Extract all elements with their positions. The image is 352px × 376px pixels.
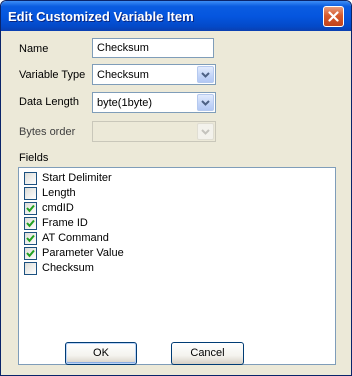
checkmark-icon	[26, 249, 35, 258]
field-item[interactable]: Parameter Value	[22, 246, 332, 261]
data-length-dropdown-button[interactable]	[197, 94, 214, 111]
variable-type-dropdown-button[interactable]	[197, 66, 214, 83]
field-item-label: Start Delimiter	[42, 172, 112, 184]
variable-type-value: Checksum	[97, 69, 149, 81]
field-checkbox[interactable]	[24, 247, 37, 260]
checkmark-icon	[26, 204, 35, 213]
name-input[interactable]	[92, 38, 214, 58]
field-item-label: Checksum	[42, 262, 94, 274]
variable-type-label: Variable Type	[19, 69, 86, 81]
field-item-label: cmdID	[42, 202, 74, 214]
close-button[interactable]	[323, 6, 344, 27]
bytes-order-label: Bytes order	[19, 126, 76, 138]
data-length-label: Data Length	[19, 96, 79, 108]
field-item-label: Length	[42, 187, 76, 199]
field-checkbox[interactable]	[24, 202, 37, 215]
field-item[interactable]: Length	[22, 186, 332, 201]
field-item[interactable]: Start Delimiter	[22, 171, 332, 186]
checkmark-icon	[26, 219, 35, 228]
dialog-body: Name Variable Type Checksum Data Length …	[4, 31, 348, 371]
title-bar[interactable]: Edit Customized Variable Item	[1, 1, 351, 31]
field-item-label: Parameter Value	[42, 247, 124, 259]
field-checkbox[interactable]	[24, 172, 37, 185]
bytes-order-dropdown-button	[197, 123, 214, 140]
field-item[interactable]: cmdID	[22, 201, 332, 216]
data-length-select[interactable]: byte(1byte)	[92, 92, 216, 113]
bytes-order-select	[92, 121, 216, 142]
ok-button[interactable]: OK	[65, 342, 137, 365]
chevron-down-icon	[201, 72, 210, 78]
checkmark-icon	[26, 234, 35, 243]
chevron-down-icon	[201, 129, 210, 135]
chevron-down-icon	[201, 100, 210, 106]
fields-checklist[interactable]: Start Delimiter Length cmdID Frame ID AT Com…	[18, 167, 336, 365]
data-length-value: byte(1byte)	[97, 97, 153, 109]
field-checkbox[interactable]	[24, 187, 37, 200]
close-icon	[328, 11, 339, 22]
field-checkbox[interactable]	[24, 262, 37, 275]
field-checkbox[interactable]	[24, 232, 37, 245]
variable-type-select[interactable]: Checksum	[92, 64, 216, 85]
fields-label: Fields	[19, 152, 49, 164]
name-label: Name	[19, 43, 49, 55]
field-item-label: AT Command	[42, 232, 109, 244]
field-item[interactable]: Checksum	[22, 261, 332, 276]
cancel-button[interactable]: Cancel	[171, 342, 244, 365]
field-checkbox[interactable]	[24, 217, 37, 230]
field-item[interactable]: Frame ID	[22, 216, 332, 231]
field-item[interactable]: AT Command	[22, 231, 332, 246]
field-item-label: Frame ID	[42, 217, 88, 229]
window-title: Edit Customized Variable Item	[8, 9, 194, 24]
dialog-window: Edit Customized Variable Item Name Varia…	[0, 0, 352, 376]
